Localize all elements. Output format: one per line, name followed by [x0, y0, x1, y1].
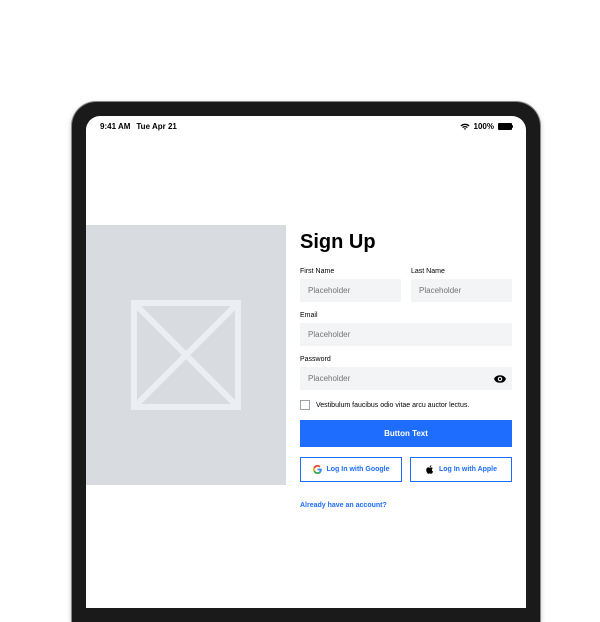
- terms-label: Vestibulum faucibus odio vitae arcu auct…: [316, 402, 469, 409]
- status-time: 9:41 AM: [100, 122, 130, 131]
- wifi-icon: [460, 123, 470, 131]
- password-input[interactable]: [300, 367, 512, 390]
- apple-button-label: Log In with Apple: [439, 466, 497, 473]
- password-label: Password: [300, 356, 512, 363]
- screen: 9:41 AM Tue Apr 21 100% Sign Up: [86, 116, 526, 608]
- eye-icon[interactable]: [494, 375, 506, 383]
- status-date: Tue Apr 21: [136, 122, 176, 131]
- apple-icon: [425, 465, 434, 474]
- last-name-label: Last Name: [411, 268, 512, 275]
- google-button-label: Log In with Google: [327, 466, 390, 473]
- terms-checkbox[interactable]: [300, 400, 310, 410]
- submit-button[interactable]: Button Text: [300, 420, 512, 447]
- tablet-device-frame: 9:41 AM Tue Apr 21 100% Sign Up: [72, 102, 540, 622]
- email-label: Email: [300, 312, 512, 319]
- existing-account-link[interactable]: Already have an account?: [300, 502, 387, 509]
- status-battery-percent: 100%: [474, 122, 494, 131]
- placeholder-x-icon: [131, 300, 241, 410]
- apple-login-button[interactable]: Log In with Apple: [410, 457, 512, 482]
- main-content: Sign Up First Name Last Name Email: [86, 135, 526, 607]
- google-icon: [313, 465, 322, 474]
- email-input[interactable]: [300, 323, 512, 346]
- first-name-label: First Name: [300, 268, 401, 275]
- image-placeholder: [86, 225, 286, 485]
- page-title: Sign Up: [300, 231, 512, 254]
- last-name-input[interactable]: [411, 279, 512, 302]
- battery-icon: [498, 123, 512, 130]
- signup-form: Sign Up First Name Last Name Email: [300, 225, 526, 607]
- first-name-input[interactable]: [300, 279, 401, 302]
- status-bar: 9:41 AM Tue Apr 21 100%: [86, 116, 526, 135]
- google-login-button[interactable]: Log In with Google: [300, 457, 402, 482]
